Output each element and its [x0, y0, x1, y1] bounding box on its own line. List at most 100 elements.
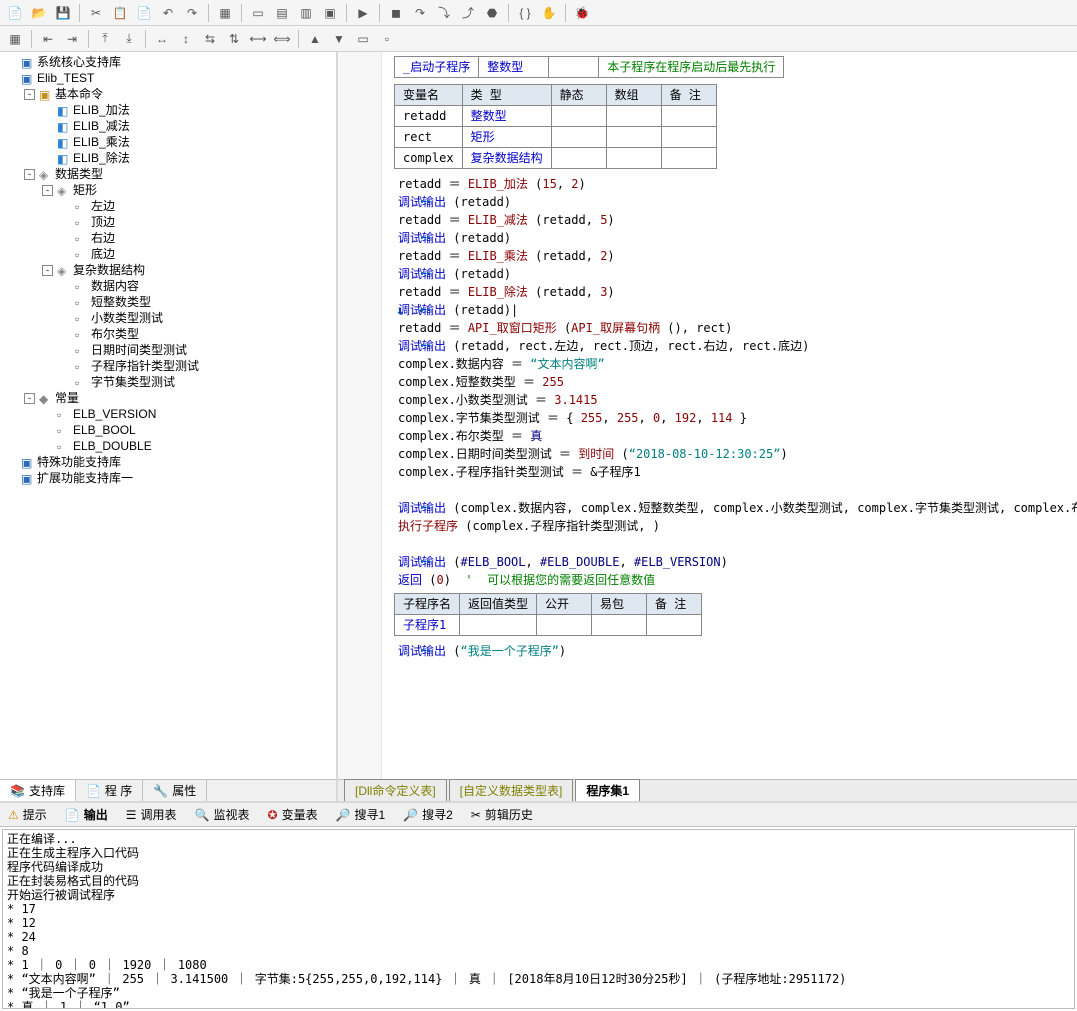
tab-program-set-1[interactable]: 程序集1: [575, 779, 640, 801]
center-h-icon[interactable]: ↔: [151, 28, 173, 50]
code-line[interactable]: complex.日期时间类型测试 ＝ 到时间 (“2018-08-10-12:3…: [394, 445, 1077, 463]
tree-node[interactable]: ▣Elib_TEST: [2, 70, 334, 86]
code-line[interactable]: complex.布尔类型 ＝ 真: [394, 427, 1077, 445]
copy-icon[interactable]: 📋: [109, 2, 131, 24]
code-line[interactable]: retadd ＝ ELIB_减法 (retadd, 5): [394, 211, 1077, 229]
tree-node[interactable]: ▫底边: [2, 246, 334, 262]
code-line[interactable]: ▸▸调试输出 (retadd): [394, 265, 1077, 283]
tree-node[interactable]: ▫子程序指针类型测试: [2, 358, 334, 374]
align-right-icon[interactable]: ⇥: [61, 28, 83, 50]
tree-node[interactable]: ◧ELIB_加法: [2, 102, 334, 118]
tab-custom-types[interactable]: [自定义数据类型表]: [449, 779, 574, 801]
code-line[interactable]: complex.字节集类型测试 ＝ { 255, 255, 0, 192, 11…: [394, 409, 1077, 427]
code-line[interactable]: ▸▸调试输出 (“我是一个子程序”): [394, 642, 1077, 660]
code-line[interactable]: 返回 (0) ' 可以根据您的需要返回任意数值: [394, 571, 1077, 589]
tree-node[interactable]: ▫字节集类型测试: [2, 374, 334, 390]
tree-node[interactable]: ▫ELB_VERSION: [2, 406, 334, 422]
tab-dll-commands[interactable]: [Dll命令定义表]: [344, 779, 447, 801]
code-line[interactable]: ▸▸调试输出 (retadd): [394, 193, 1077, 211]
tree-node[interactable]: ▫短整数类型: [2, 294, 334, 310]
bring-front-icon[interactable]: ▲: [304, 28, 326, 50]
tree-node[interactable]: ▫小数类型测试: [2, 310, 334, 326]
open-file-icon[interactable]: 📂: [28, 2, 50, 24]
code-line[interactable]: ▸▸调试输出 (retadd, rect.左边, rect.顶边, rect.右…: [394, 337, 1077, 355]
window-tile4-icon[interactable]: ▣: [319, 2, 341, 24]
hand-icon[interactable]: ✋: [538, 2, 560, 24]
code-line[interactable]: ▸▸调试输出 (retadd): [394, 229, 1077, 247]
tab-output[interactable]: 📄 输出: [61, 804, 112, 825]
cut-icon[interactable]: ✂: [85, 2, 107, 24]
code-line[interactable]: retadd ＝ ELIB_乘法 (retadd, 2): [394, 247, 1077, 265]
tree-node[interactable]: ▫布尔类型: [2, 326, 334, 342]
code-line[interactable]: ▸▸调试输出 (#ELB_BOOL, #ELB_DOUBLE, #ELB_VER…: [394, 553, 1077, 571]
braces-icon[interactable]: { }: [514, 2, 536, 24]
tree-toggle-icon[interactable]: -: [24, 393, 35, 404]
redo-icon[interactable]: ↷: [181, 2, 203, 24]
tab-search-1[interactable]: 🔎 搜寻1: [332, 804, 390, 825]
group-icon[interactable]: ▭: [352, 28, 374, 50]
code-line[interactable]: complex.数据内容 ＝ “文本内容啊”: [394, 355, 1077, 373]
tab-hints[interactable]: ⚠ 提示: [4, 804, 51, 825]
new-file-icon[interactable]: 📄: [4, 2, 26, 24]
tree-toggle-icon[interactable]: -: [42, 265, 53, 276]
grid-icon[interactable]: ▦: [4, 28, 26, 50]
tree-node[interactable]: -◈数据类型: [2, 166, 334, 182]
debug-run-icon[interactable]: 🐞: [571, 2, 593, 24]
tree-node[interactable]: ▫左边: [2, 198, 334, 214]
tab-variables[interactable]: ✪ 变量表: [264, 804, 322, 825]
align-top-icon[interactable]: ⤒: [94, 28, 116, 50]
code-line[interactable]: [394, 481, 1077, 499]
code-line[interactable]: retadd ＝ ELIB_除法 (retadd, 3): [394, 283, 1077, 301]
tree-node[interactable]: ▣特殊功能支持库: [2, 454, 334, 470]
tree-node[interactable]: ▫ELB_BOOL: [2, 422, 334, 438]
code-line[interactable]: retadd ＝ ELIB_加法 (15, 2): [394, 175, 1077, 193]
tab-clip-history[interactable]: ✂ 剪辑历史: [467, 804, 537, 825]
tree-node[interactable]: ◧ELIB_除法: [2, 150, 334, 166]
step-over-icon[interactable]: ↷: [409, 2, 431, 24]
align-left-icon[interactable]: ⇤: [37, 28, 59, 50]
same-w-icon[interactable]: ⟷: [247, 28, 269, 50]
tree-node[interactable]: ◧ELIB_乘法: [2, 134, 334, 150]
code-line[interactable]: complex.子程序指针类型测试 ＝ &子程序1: [394, 463, 1077, 481]
step-out-icon[interactable]: ⤴: [457, 2, 479, 24]
form-icon[interactable]: ▦: [214, 2, 236, 24]
tree-node[interactable]: ▣系统核心支持库: [2, 54, 334, 70]
run-icon[interactable]: ▶: [352, 2, 374, 24]
tree-node[interactable]: ▫数据内容: [2, 278, 334, 294]
output-textarea[interactable]: 正在编译... 正在生成主程序入口代码 程序代码编译成功 正在封装易格式目的代码…: [2, 829, 1075, 1009]
tree-node[interactable]: -◈矩形: [2, 182, 334, 198]
library-tree[interactable]: ▣系统核心支持库▣Elib_TEST-▣基本命令◧ELIB_加法◧ELIB_减法…: [0, 52, 336, 779]
tab-support-lib[interactable]: 📚 支持库: [0, 780, 76, 801]
tree-node[interactable]: ▫右边: [2, 230, 334, 246]
window-tile3-icon[interactable]: ▥: [295, 2, 317, 24]
tree-node[interactable]: -▣基本命令: [2, 86, 334, 102]
window-tile1-icon[interactable]: ▭: [247, 2, 269, 24]
undo-icon[interactable]: ↶: [157, 2, 179, 24]
code-line[interactable]: 执行子程序 (complex.子程序指针类型测试, ): [394, 517, 1077, 535]
tab-call-stack[interactable]: ☰ 调用表: [122, 804, 181, 825]
tree-node[interactable]: ▫ELB_DOUBLE: [2, 438, 334, 454]
align-bottom-icon[interactable]: ⤓: [118, 28, 140, 50]
stop-icon[interactable]: ◼: [385, 2, 407, 24]
tree-toggle-icon[interactable]: -: [24, 169, 35, 180]
tab-program[interactable]: 📄 程 序: [76, 780, 143, 801]
center-v-icon[interactable]: ↕: [175, 28, 197, 50]
tab-properties[interactable]: 🔧 属性: [143, 780, 207, 801]
same-h-icon[interactable]: ⟺: [271, 28, 293, 50]
tree-node[interactable]: ▫日期时间类型测试: [2, 342, 334, 358]
breakpoint-icon[interactable]: ⬣: [481, 2, 503, 24]
paste-icon[interactable]: 📄: [133, 2, 155, 24]
code-line[interactable]: retadd ＝ API_取窗口矩形 (API_取屏幕句柄 (), rect): [394, 319, 1077, 337]
window-tile2-icon[interactable]: ▤: [271, 2, 293, 24]
tree-node[interactable]: ▣扩展功能支持库一: [2, 470, 334, 486]
tab-search-2[interactable]: 🔎 搜寻2: [399, 804, 457, 825]
send-back-icon[interactable]: ▼: [328, 28, 350, 50]
space-h-icon[interactable]: ⇆: [199, 28, 221, 50]
code-line[interactable]: ▸▸调试输出 (complex.数据内容, complex.短整数类型, com…: [394, 499, 1077, 517]
step-in-icon[interactable]: ⤵: [433, 2, 455, 24]
tree-node[interactable]: -◈复杂数据结构: [2, 262, 334, 278]
code-line[interactable]: ↓ ✦▸▸调试输出 (retadd)|: [394, 301, 1077, 319]
ungroup-icon[interactable]: ▫: [376, 28, 398, 50]
tab-watch[interactable]: 🔍 监视表: [191, 804, 254, 825]
code-line[interactable]: complex.小数类型测试 ＝ 3.1415: [394, 391, 1077, 409]
